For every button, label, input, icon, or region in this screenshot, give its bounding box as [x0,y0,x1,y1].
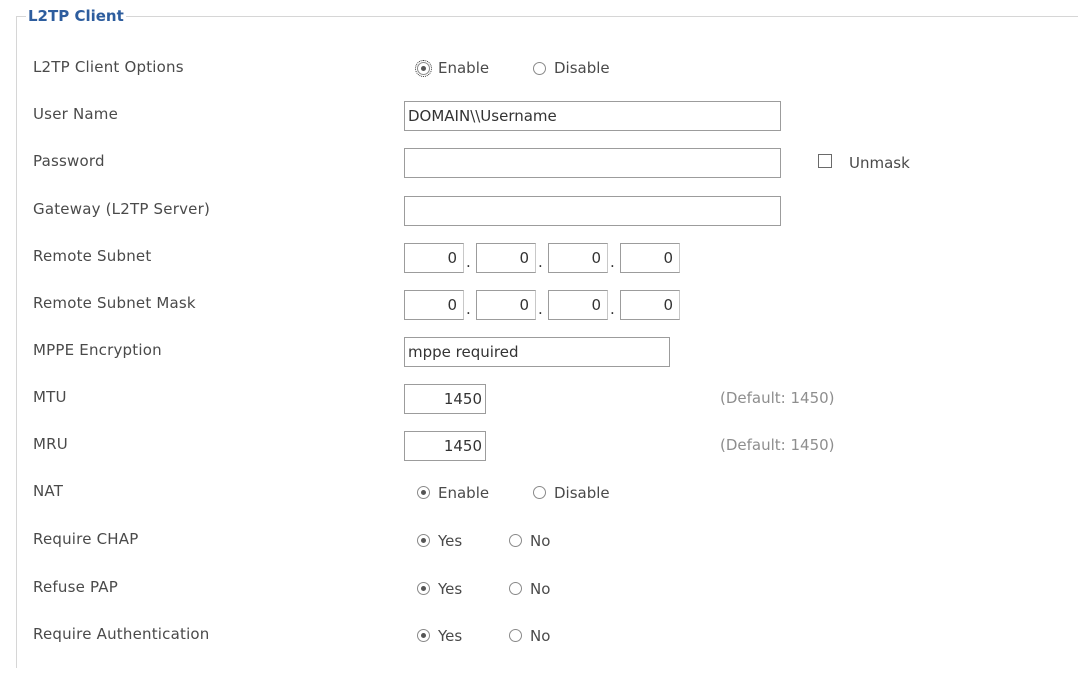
row-mppe: MPPE Encryption mppe required [0,331,1082,371]
row-user-name: User Name DOMAIN\\Username [0,95,1082,135]
client-options-label: L2TP Client Options [33,58,184,76]
client-disable-radio[interactable] [533,62,546,75]
refuse-pap-yes-label[interactable]: Yes [438,580,462,598]
remote-subnet-mask-octet-1[interactable]: 0 [404,290,464,320]
require-chap-yes-radio[interactable] [417,534,430,547]
password-label: Password [33,152,105,170]
password-input[interactable] [404,148,781,178]
nat-disable-radio[interactable] [533,486,546,499]
ip-dot: . [466,253,471,271]
gateway-input[interactable] [404,196,781,226]
require-auth-yes-radio[interactable] [417,629,430,642]
require-chap-yes-label[interactable]: Yes [438,532,462,550]
row-require-authentication: Require Authentication Yes No [0,615,1082,655]
remote-subnet-mask-octet-4[interactable]: 0 [620,290,680,320]
remote-subnet-mask-octet-2[interactable]: 0 [476,290,536,320]
mppe-label: MPPE Encryption [33,341,162,359]
require-auth-no-label[interactable]: No [530,627,550,645]
refuse-pap-no-label[interactable]: No [530,580,550,598]
remote-subnet-octet-3[interactable]: 0 [548,243,608,273]
refuse-pap-yes-radio[interactable] [417,582,430,595]
ip-dot: . [538,300,543,318]
row-password: Password Unmask [0,142,1082,182]
require-authentication-label: Require Authentication [33,625,210,643]
mru-input[interactable]: 1450 [404,431,486,461]
require-chap-no-label[interactable]: No [530,532,550,550]
remote-subnet-mask-label: Remote Subnet Mask [33,294,196,312]
row-client-options: L2TP Client Options Enable Disable [0,48,1082,88]
user-name-input[interactable]: DOMAIN\\Username [404,101,781,131]
client-disable-label[interactable]: Disable [554,59,610,77]
row-nat: NAT Enable Disable [0,472,1082,512]
remote-subnet-octet-4[interactable]: 0 [620,243,680,273]
refuse-pap-no-radio[interactable] [509,582,522,595]
client-enable-radio[interactable] [415,60,432,77]
mtu-label: MTU [33,388,67,406]
unmask-label[interactable]: Unmask [849,154,910,172]
ip-dot: . [610,253,615,271]
require-chap-no-radio[interactable] [509,534,522,547]
mru-label: MRU [33,435,68,453]
remote-subnet-mask-octet-3[interactable]: 0 [548,290,608,320]
mtu-default-hint: (Default: 1450) [720,389,835,407]
refuse-pap-label: Refuse PAP [33,578,118,596]
mtu-input[interactable]: 1450 [404,384,486,414]
nat-enable-label[interactable]: Enable [438,484,489,502]
ip-dot: . [538,253,543,271]
mru-default-hint: (Default: 1450) [720,436,835,454]
unmask-checkbox[interactable] [818,154,832,168]
row-mru: MRU 1450 (Default: 1450) [0,425,1082,465]
client-enable-label[interactable]: Enable [438,59,489,77]
nat-disable-label[interactable]: Disable [554,484,610,502]
row-gateway: Gateway (L2TP Server) [0,190,1082,230]
remote-subnet-octet-1[interactable]: 0 [404,243,464,273]
row-remote-subnet: Remote Subnet 0 . 0 . 0 . 0 [0,237,1082,277]
user-name-label: User Name [33,105,119,123]
require-auth-no-radio[interactable] [509,629,522,642]
mppe-input[interactable]: mppe required [404,337,670,367]
row-refuse-pap: Refuse PAP Yes No [0,568,1082,608]
ip-dot: . [610,300,615,318]
require-auth-yes-label[interactable]: Yes [438,627,462,645]
section-title: L2TP Client [26,7,126,25]
row-require-chap: Require CHAP Yes No [0,520,1082,560]
ip-dot: . [466,300,471,318]
require-chap-label: Require CHAP [33,530,139,548]
remote-subnet-label: Remote Subnet [33,247,152,265]
row-mtu: MTU 1450 (Default: 1450) [0,378,1082,418]
remote-subnet-octet-2[interactable]: 0 [476,243,536,273]
nat-enable-radio[interactable] [417,486,430,499]
nat-label: NAT [33,482,64,500]
row-remote-subnet-mask: Remote Subnet Mask 0 . 0 . 0 . 0 [0,284,1082,324]
gateway-label: Gateway (L2TP Server) [33,200,211,218]
